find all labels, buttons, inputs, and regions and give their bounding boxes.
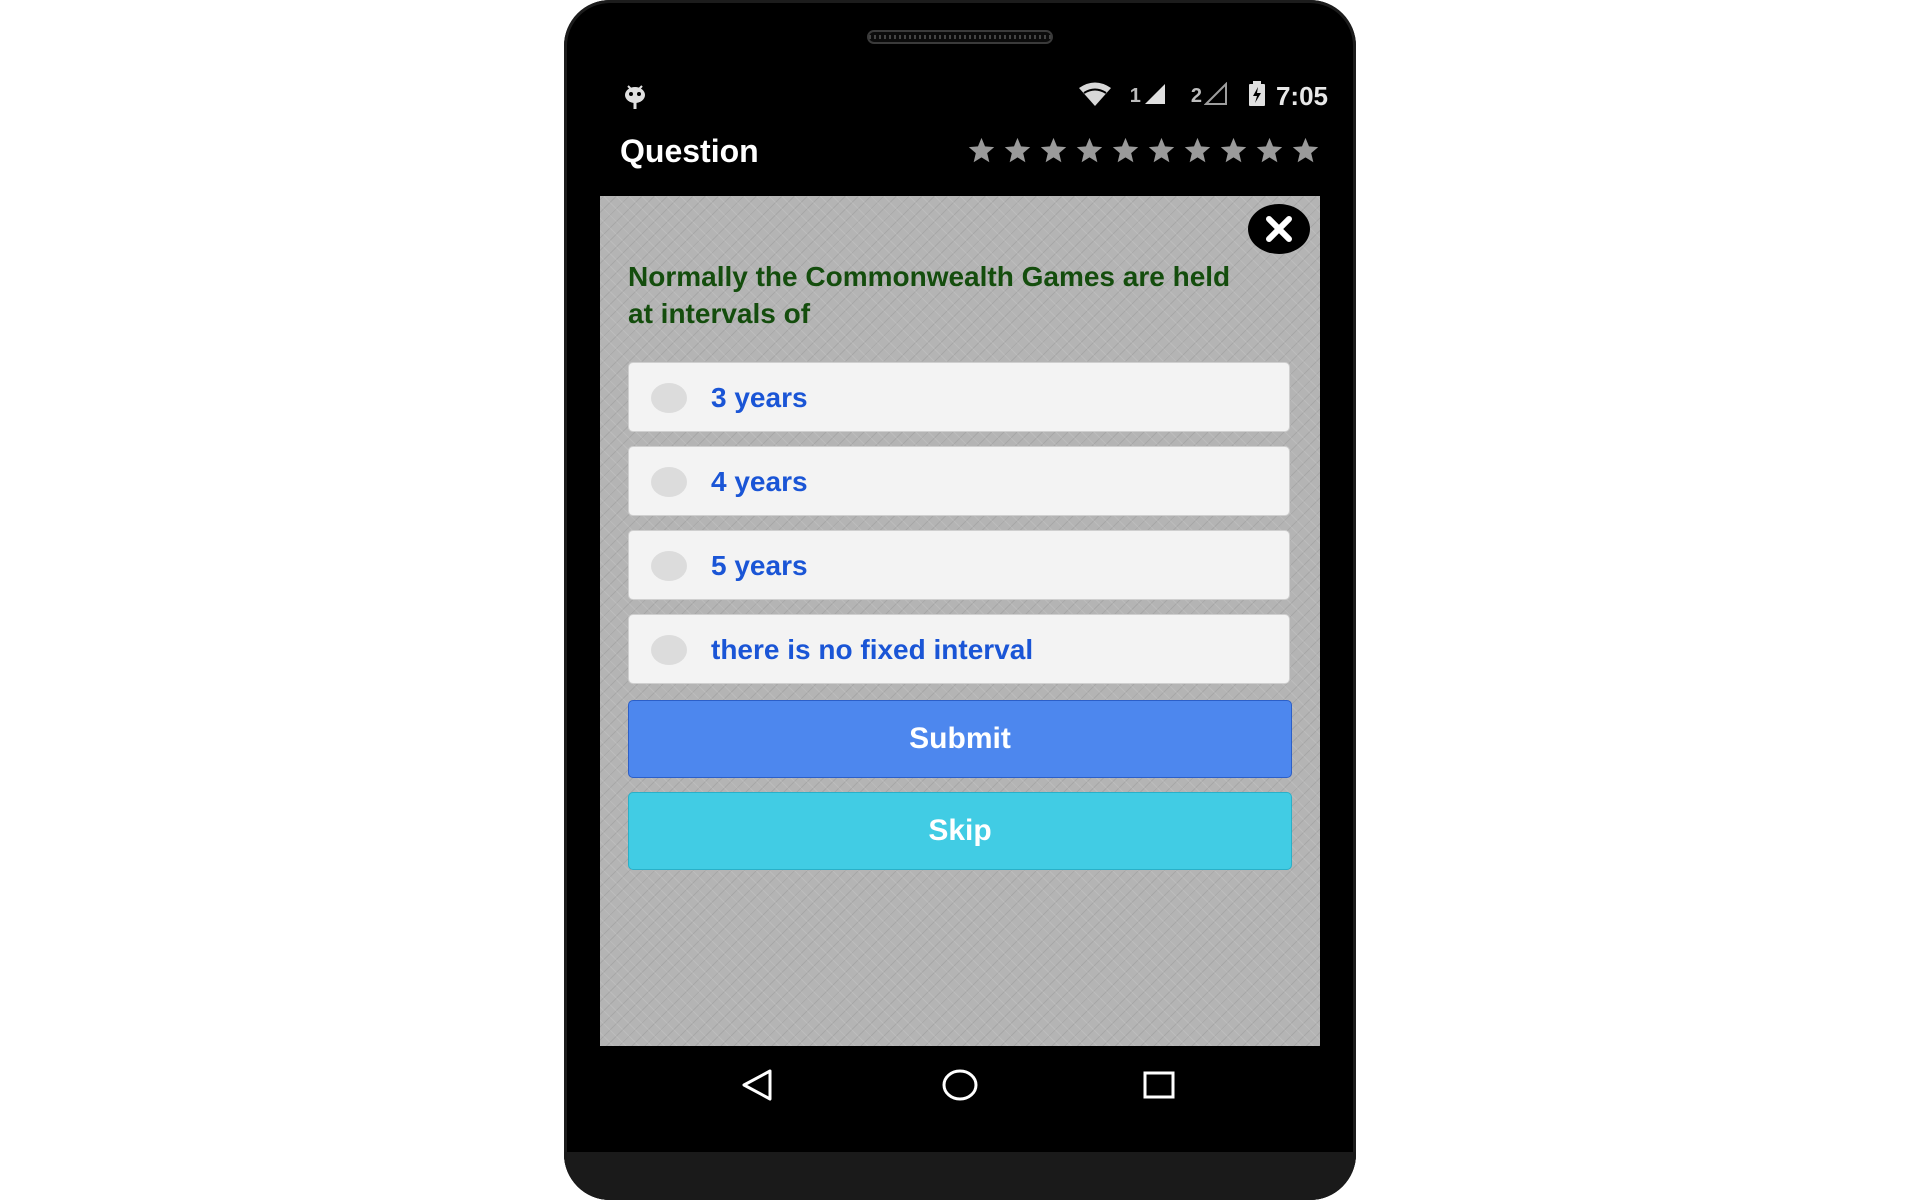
signal-sim1-icon (1143, 82, 1167, 111)
wifi-icon (1078, 81, 1112, 112)
page-title: Question (620, 133, 759, 169)
star-icon (1076, 137, 1103, 163)
battery-charging-icon (1248, 80, 1266, 112)
star-icon (1004, 137, 1031, 163)
status-time: 7:05 (1275, 80, 1328, 111)
rating-stars (967, 136, 1320, 165)
phone-chin (564, 1152, 1356, 1200)
radio-button[interactable] (651, 635, 687, 665)
star-icon (1040, 137, 1067, 163)
speaker-grille (867, 30, 1053, 44)
radio-button[interactable] (651, 383, 687, 413)
option-label: 4 years (711, 466, 808, 497)
close-icon (1266, 216, 1292, 242)
navigation-bar (600, 1046, 1320, 1126)
star-icon (1256, 137, 1283, 163)
status-bar: 1 2 7:05 (600, 78, 1328, 114)
star-icon (1292, 137, 1319, 163)
signal-sim2-icon (1203, 81, 1228, 111)
radio-button[interactable] (651, 551, 687, 581)
action-bar: Question (620, 128, 1320, 174)
home-icon[interactable] (942, 1068, 978, 1107)
android-debug-icon (624, 84, 646, 115)
radio-button[interactable] (651, 467, 687, 497)
close-button[interactable] (1248, 204, 1310, 254)
star-icon (1112, 137, 1139, 163)
back-icon[interactable] (740, 1068, 774, 1107)
star-icon (1148, 137, 1175, 163)
star-icon (968, 137, 995, 163)
skip-button[interactable]: Skip (628, 792, 1292, 870)
recents-icon[interactable] (1142, 1068, 1176, 1107)
quiz-panel: Normally the Commonwealth Games are held… (600, 196, 1320, 1046)
star-icon (1184, 137, 1211, 163)
option-1[interactable]: 3 years (628, 362, 1290, 432)
question-text: Normally the Commonwealth Games are held… (628, 261, 1231, 329)
phone-frame: 1 2 7:05 Question Normally the Commonwea… (564, 0, 1356, 1200)
sim2-label: 2 (1190, 84, 1202, 107)
option-label: there is no fixed interval (711, 634, 1034, 665)
option-4[interactable]: there is no fixed interval (628, 614, 1290, 684)
option-3[interactable]: 5 years (628, 530, 1290, 600)
submit-button[interactable]: Submit (628, 700, 1292, 778)
sim1-label: 1 (1129, 84, 1141, 107)
star-icon (1220, 137, 1247, 163)
option-label: 3 years (711, 382, 808, 413)
option-2[interactable]: 4 years (628, 446, 1290, 516)
option-label: 5 years (711, 550, 808, 581)
